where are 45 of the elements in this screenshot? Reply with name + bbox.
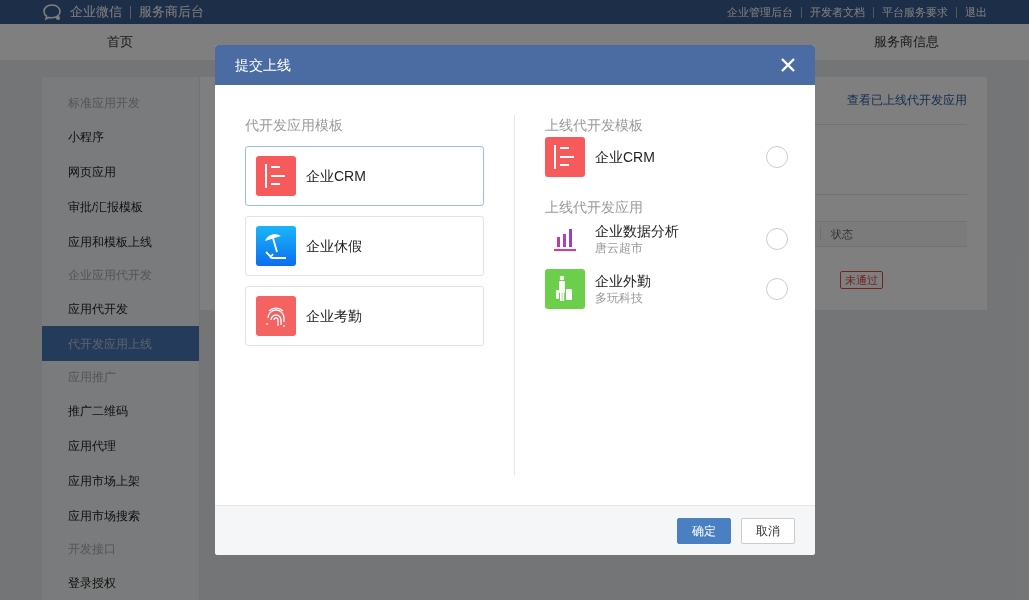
- crm-icon: [545, 137, 585, 177]
- app-name: 企业外勤: [595, 272, 652, 290]
- logo-text: 企业微信: [70, 3, 122, 22]
- section-title: 上线代开发应用: [545, 198, 644, 217]
- confirm-button[interactable]: 确定: [677, 517, 731, 544]
- sidebar-item[interactable]: 应用代开发: [42, 291, 199, 326]
- top-link[interactable]: 退出: [965, 3, 987, 21]
- app-name: 企业数据分析: [595, 222, 680, 240]
- template-card[interactable]: 企业考勤: [245, 286, 484, 346]
- template-card[interactable]: 企业休假: [245, 216, 484, 276]
- section-title: 上线代开发模板: [545, 116, 644, 135]
- close-icon[interactable]: [781, 58, 795, 72]
- template-card[interactable]: 企业CRM: [245, 146, 484, 206]
- nav-tab[interactable]: 首页: [107, 32, 133, 52]
- crm-icon: [256, 156, 296, 196]
- status-badge: 未通过: [839, 271, 883, 289]
- traveler-with-luggage-icon: [545, 269, 585, 309]
- subtitle: 服务商后台: [139, 3, 204, 22]
- top-link[interactable]: 平台服务要求: [882, 3, 948, 21]
- sidebar-item[interactable]: 推广二维码: [42, 393, 199, 428]
- fingerprint-icon: [256, 296, 296, 336]
- sidebar-item[interactable]: 应用市场搜索: [42, 498, 199, 533]
- chat-bubble-icon: [42, 3, 62, 21]
- template-name: 企业考勤: [306, 306, 362, 326]
- app-name: 企业CRM: [595, 148, 656, 166]
- section-title: 代开发应用模板: [245, 116, 344, 135]
- sidebar-item[interactable]: 应用市场上架: [42, 463, 199, 498]
- sidebar-item[interactable]: 登录授权: [42, 565, 199, 600]
- cancel-button[interactable]: 取消: [741, 517, 795, 544]
- developer-name: 多玩科技: [595, 290, 644, 306]
- sidebar-item[interactable]: 网页应用: [42, 154, 199, 189]
- template-name: 企业CRM: [306, 166, 366, 186]
- top-link[interactable]: 开发者文档: [810, 3, 865, 21]
- top-link[interactable]: 企业管理后台: [727, 3, 793, 21]
- developer-name: 唐云超市: [595, 240, 644, 256]
- nav-tab[interactable]: 服务商信息: [874, 32, 939, 52]
- view-link[interactable]: 查看已上线代开发应用: [847, 91, 967, 124]
- sidebar-item[interactable]: 审批/汇报模板: [42, 189, 199, 224]
- sidebar-item[interactable]: 应用和模板上线: [42, 224, 199, 259]
- column-header: 状态: [830, 226, 853, 242]
- template-name: 企业休假: [306, 236, 362, 256]
- dialog-title: 提交上线: [235, 55, 291, 75]
- sidebar-item[interactable]: 小程序: [42, 119, 199, 154]
- sidebar-item[interactable]: 应用代理: [42, 428, 199, 463]
- beach-umbrella-icon: [256, 226, 296, 266]
